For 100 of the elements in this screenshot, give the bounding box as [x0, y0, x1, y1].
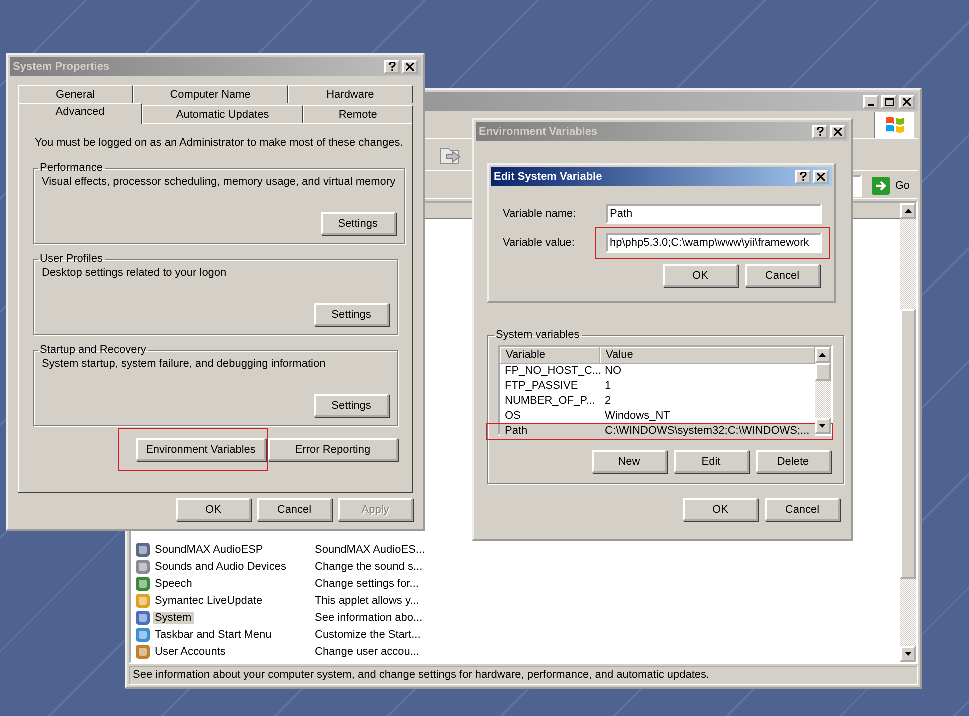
text-field[interactable]: Path: [606, 204, 822, 224]
up-arrow-icon: [904, 209, 912, 213]
maximize-icon: [884, 98, 894, 106]
close-button[interactable]: [402, 60, 418, 74]
scroll-thumb[interactable]: [900, 309, 916, 579]
applet-description: SoundMAX AudioES...: [315, 544, 426, 556]
close-icon: [834, 128, 842, 136]
applet-icon: [135, 542, 151, 558]
variable-value: NO: [604, 364, 622, 379]
applet-icon: [135, 644, 151, 660]
close-icon: [817, 172, 825, 180]
help-icon: [388, 62, 396, 71]
group-description: System startup, system failure, and debugging information: [42, 358, 327, 370]
dialog-button[interactable]: New: [592, 450, 667, 473]
field-label: Variable name:: [503, 208, 578, 220]
down-arrow-icon: [819, 424, 826, 428]
variable-name: NUMBER_OF_P...: [504, 394, 596, 409]
applet-description: See information abo...: [315, 612, 424, 624]
flag-logo-icon: [884, 114, 906, 134]
scroll-down-button[interactable]: [814, 418, 831, 434]
dialog-button[interactable]: Environment Variables: [136, 438, 266, 461]
dialog-button[interactable]: Cancel: [745, 264, 820, 287]
close-button[interactable]: [899, 94, 915, 108]
variable-name: Path: [504, 424, 529, 439]
tab[interactable]: Automatic Updates: [142, 105, 304, 123]
variable-row[interactable]: FP_NO_HOST_C... NO: [500, 364, 815, 379]
variable-value: C:\WINDOWS\system32;C:\WINDOWS;...: [604, 424, 811, 439]
down-arrow-icon: [904, 652, 912, 656]
applet-name[interactable]: Symantec LiveUpdate: [153, 594, 265, 606]
group-title: Startup and Recovery: [39, 344, 148, 356]
window-title: Edit System Variable: [494, 170, 604, 182]
minimize-button[interactable]: [863, 94, 879, 108]
variable-row[interactable]: OS Windows_NT: [500, 409, 815, 424]
dialog-button[interactable]: OK: [176, 498, 251, 521]
help-button[interactable]: [812, 124, 828, 138]
go-button[interactable]: Go: [868, 176, 914, 194]
applet-icon: [135, 592, 151, 608]
applet-name[interactable]: User Accounts: [153, 646, 228, 658]
applet-icon: [135, 558, 151, 574]
applet-name[interactable]: SoundMAX AudioESP: [153, 544, 266, 556]
close-icon: [903, 98, 911, 106]
applet-name[interactable]: Speech: [153, 578, 194, 590]
dialog-button[interactable]: Cancel: [765, 498, 840, 521]
column-header[interactable]: Variable: [500, 347, 600, 364]
status-bar: See information about your computer system, and change settings for hardware, performance, and automatic updates.: [129, 666, 918, 685]
tab[interactable]: Computer Name: [133, 85, 288, 103]
dialog-button[interactable]: Error Reporting: [268, 438, 398, 461]
variable-value: 1: [604, 379, 612, 394]
variable-row[interactable]: NUMBER_OF_P... 2: [500, 394, 815, 409]
settings-button[interactable]: Settings: [320, 212, 396, 235]
group-title: System variables: [495, 329, 581, 341]
dialog-button[interactable]: OK: [663, 264, 738, 287]
dialog-button[interactable]: Delete: [756, 450, 831, 473]
variable-value: Windows_NT: [604, 409, 672, 424]
scroll-thumb[interactable]: [814, 363, 831, 381]
maximize-button[interactable]: [881, 94, 897, 108]
window-title: System Properties: [13, 60, 111, 72]
group-description: Visual effects, processor scheduling, memory usage, and virtual memory: [42, 176, 396, 188]
help-button[interactable]: [795, 170, 811, 184]
scroll-down-button[interactable]: [900, 646, 916, 662]
group-title: User Profiles: [39, 253, 104, 265]
scroll-up-button[interactable]: [814, 347, 831, 363]
help-icon: [800, 172, 806, 181]
applet-icon: [135, 610, 151, 626]
tab[interactable]: Remote: [303, 105, 413, 123]
applet-description: Change settings for...: [315, 578, 420, 590]
variable-row[interactable]: Path C:\WINDOWS\system32;C:\WINDOWS;...: [500, 424, 815, 439]
admin-notice: You must be logged on as an Administrator to make most of these changes.: [35, 136, 404, 151]
help-icon: [816, 127, 824, 136]
group-title: Performance: [39, 162, 104, 174]
group-description: Desktop settings related to your logon: [42, 267, 228, 279]
help-button[interactable]: [384, 60, 400, 74]
variable-name: OS: [504, 409, 522, 424]
window-title: Environment Variables: [479, 126, 599, 138]
scroll-up-button[interactable]: [900, 203, 916, 219]
applet-description: Change the sound s...: [315, 560, 424, 572]
minimize-icon: [868, 104, 874, 106]
applet-name[interactable]: Taskbar and Start Menu: [153, 628, 274, 640]
close-button[interactable]: [830, 124, 846, 138]
dialog-button[interactable]: OK: [683, 498, 758, 521]
applet-name[interactable]: System: [153, 612, 194, 624]
applet-description: Change user accou...: [315, 646, 421, 658]
applet-description: Customize the Start...: [315, 628, 422, 640]
variable-name: FP_NO_HOST_C...: [504, 364, 600, 379]
dialog-button[interactable]: Cancel: [257, 498, 332, 521]
applet-name[interactable]: Sounds and Audio Devices: [153, 560, 288, 572]
column-header[interactable]: Value: [600, 347, 815, 364]
close-button[interactable]: [813, 170, 829, 184]
dialog-button[interactable]: Edit: [674, 450, 749, 473]
tab[interactable]: Advanced: [18, 103, 142, 124]
variable-value: 2: [604, 394, 612, 409]
up-arrow-icon: [819, 353, 826, 357]
applet-description: This applet allows y...: [315, 594, 420, 606]
text-field[interactable]: hp\php5.3.0;C:\wamp\www\yii\framework: [606, 233, 822, 253]
applet-icon: [135, 576, 151, 592]
variable-row[interactable]: FTP_PASSIVE 1: [500, 379, 815, 394]
settings-button[interactable]: Settings: [314, 303, 389, 326]
tab[interactable]: General: [18, 85, 134, 103]
settings-button[interactable]: Settings: [314, 394, 389, 417]
tab[interactable]: Hardware: [288, 85, 413, 103]
